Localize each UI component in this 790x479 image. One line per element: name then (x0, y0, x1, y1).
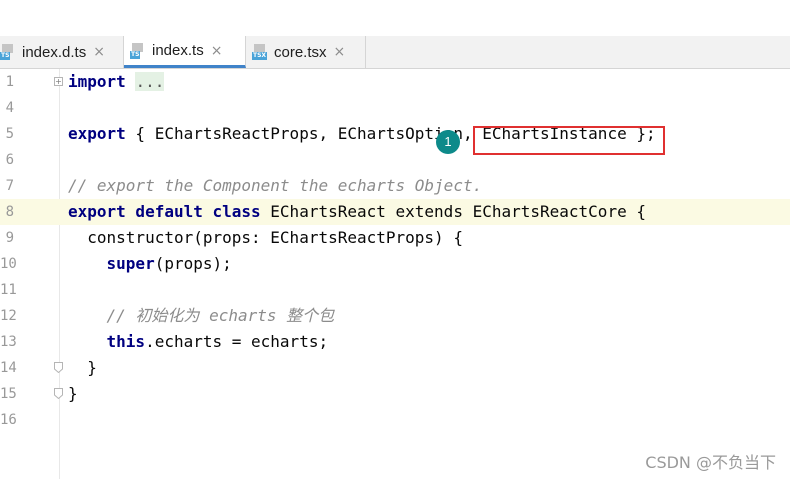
code-line: 13 this.echarts = echarts; (0, 329, 790, 355)
close-icon[interactable]: × (334, 44, 346, 60)
code-line: 11 (0, 277, 790, 303)
tab-label: index.ts (152, 42, 204, 59)
annotation-step-marker: 1 (436, 130, 460, 154)
line-number: 16 (0, 412, 17, 428)
tab-label: core.tsx (274, 43, 327, 61)
code-line: 16 (0, 407, 790, 433)
code-line: 5 export { EChartsReactProps, EChartsOpt… (0, 121, 790, 147)
tsx-file-icon: TSX (252, 44, 268, 60)
keyword: super (68, 254, 155, 273)
line-number: 14 (0, 360, 17, 376)
code-text: (props); (154, 254, 232, 273)
top-strip (0, 0, 790, 36)
code-line: 14 } (0, 355, 790, 381)
code-comment: // 初始化为 echarts 整个包 (68, 306, 335, 325)
line-number: 10 (0, 256, 17, 272)
line-number: 7 (5, 178, 14, 194)
line-number: 5 (5, 126, 14, 142)
line-number: 9 (5, 230, 14, 246)
tab-index-ts[interactable]: TS index.ts × (124, 36, 246, 68)
line-number: 11 (0, 282, 17, 298)
line-number: 13 (0, 334, 17, 350)
code-line: 9 constructor(props: EChartsReactProps) … (0, 225, 790, 251)
folded-region[interactable]: ... (135, 72, 165, 91)
code-line: 1 + import ... (0, 69, 790, 95)
code-line: 15 } (0, 381, 790, 407)
code-line: 12 // 初始化为 echarts 整个包 (0, 303, 790, 329)
line-number: 12 (0, 308, 17, 324)
tab-index-d-ts[interactable]: TS index.d.ts × (0, 36, 124, 68)
fold-end-icon[interactable] (54, 362, 63, 373)
code-line-current: 8 export default class EChartsReact exte… (0, 199, 790, 225)
line-number: 6 (5, 152, 14, 168)
keyword: export default class (68, 202, 261, 221)
keyword: export (68, 124, 126, 143)
code-text: .echarts = echarts; (145, 332, 329, 351)
fold-end-icon[interactable] (54, 388, 63, 399)
code-editor[interactable]: 1 + import ... 4 5 export { EChartsReact… (0, 69, 790, 479)
line-number: 8 (5, 204, 14, 220)
code-line: 10 super(props); (0, 251, 790, 277)
code-text: constructor(props: EChartsReactProps) { (68, 228, 463, 247)
code-text: EChartsReact extends EChartsReactCore { (260, 202, 646, 221)
line-number: 1 (5, 74, 14, 90)
typescript-file-icon: TS (0, 44, 16, 60)
close-icon[interactable]: × (211, 43, 223, 59)
code-line: 4 (0, 95, 790, 121)
code-comment: // export the Component the echarts Obje… (68, 176, 483, 195)
code-line: 6 (0, 147, 790, 173)
code-text: } (68, 384, 78, 403)
code-text: } (68, 358, 97, 377)
tab-core-tsx[interactable]: TSX core.tsx × (246, 36, 366, 68)
watermark: CSDN @不负当下 (645, 453, 776, 472)
annotation-highlight-box (473, 126, 665, 155)
keyword: import (68, 72, 126, 91)
line-number: 4 (5, 100, 14, 116)
code-line: 7 // export the Component the echarts Ob… (0, 173, 790, 199)
keyword: this (68, 332, 146, 351)
fold-expand-icon[interactable]: + (54, 77, 63, 86)
tab-label: index.d.ts (22, 43, 87, 61)
editor-tab-bar: TS index.d.ts × TS index.ts × TSX core.t… (0, 36, 790, 69)
typescript-file-icon: TS (130, 42, 146, 59)
line-number: 15 (0, 386, 17, 402)
close-icon[interactable]: × (93, 44, 105, 60)
